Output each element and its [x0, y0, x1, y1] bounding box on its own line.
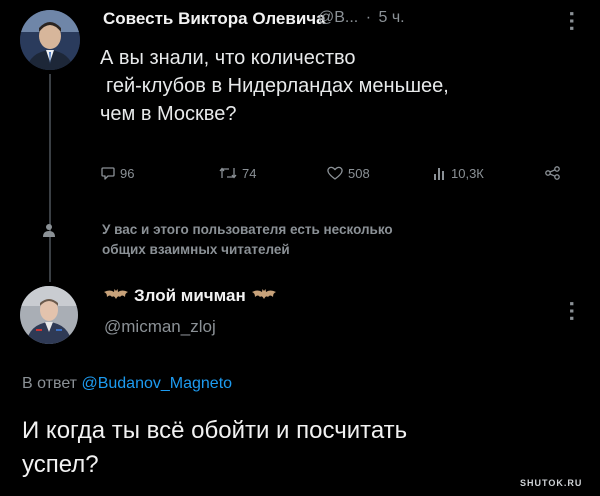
retweet-icon [219, 167, 237, 179]
separator-dot: · [365, 9, 372, 26]
bat-emoji-icon [251, 287, 276, 305]
author-avatar[interactable] [20, 10, 80, 70]
mutual-followers-notice[interactable]: У вас и этого пользователя есть нескольк… [102, 220, 572, 260]
more-icon[interactable]: ⋯ [560, 300, 585, 322]
tweet-text: А вы знали, что количество гей-клубов в … [100, 44, 570, 128]
reply-text: И когда ты всё обойти и посчитать успел? [22, 414, 562, 482]
reply-icon [101, 167, 115, 180]
tweet-text-line: чем в Москве? [100, 103, 237, 125]
like-icon [327, 166, 343, 180]
timestamp[interactable]: 5 ч. [378, 9, 404, 26]
notice-line: общих взаимных читателей [102, 242, 290, 257]
share-button[interactable] [544, 165, 562, 186]
reply-to-link[interactable]: @Budanov_Magneto [81, 375, 232, 392]
author-handle[interactable]: @В... [318, 9, 358, 26]
views-count: 10,3К [451, 165, 484, 181]
reply-author-avatar[interactable] [20, 286, 78, 344]
reply-prefix: В ответ [22, 375, 78, 392]
reply-text-line: И когда ты всё обойти и посчитать [22, 417, 408, 444]
reply-text-line: успел? [22, 451, 99, 478]
share-icon [545, 166, 560, 180]
retweet-button[interactable]: 74 [218, 165, 256, 181]
watermark: SHUTOK.RU [520, 478, 583, 488]
thread-line [49, 74, 51, 282]
reply-button[interactable]: 96 [100, 165, 134, 181]
notice-line: У вас и этого пользователя есть нескольк… [102, 222, 393, 237]
more-icon[interactable]: ⋯ [560, 10, 585, 32]
views-icon [434, 168, 444, 180]
views-button[interactable]: 10,3К [433, 165, 484, 181]
bat-emoji-icon [104, 287, 128, 305]
retweet-count: 74 [242, 165, 257, 181]
tweet-text-line: А вы знали, что количество [100, 47, 356, 69]
tweet-text-line: гей-клубов в Нидерландах меньшее, [106, 75, 449, 97]
like-button[interactable]: 508 [326, 165, 370, 181]
person-icon [41, 222, 57, 243]
author-name[interactable]: Совесть Виктора Олевича [103, 9, 326, 29]
reply-author-handle[interactable]: @micman_zloj [104, 317, 216, 337]
like-count: 508 [348, 165, 370, 181]
reply-context: В ответ @Budanov_Magneto [22, 375, 232, 393]
reply-author-name[interactable]: Злой мичман [134, 286, 246, 306]
reply-count: 96 [120, 165, 135, 181]
